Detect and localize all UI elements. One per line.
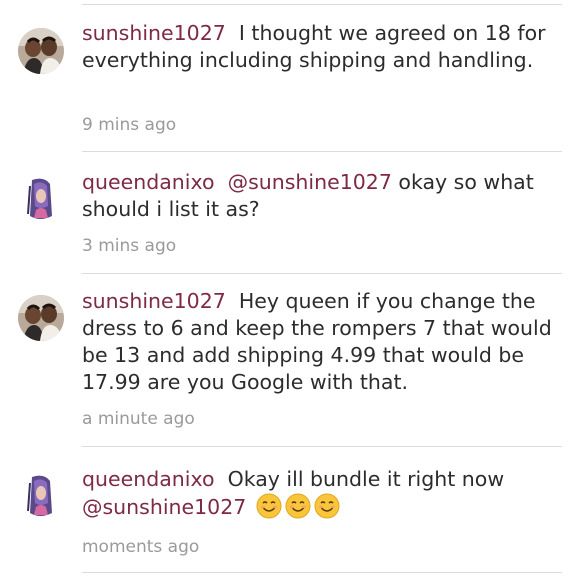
comment-body: queendanixo @sunshine1027 okay so what s… bbox=[82, 169, 552, 223]
mention-link[interactable]: @sunshine1027 bbox=[228, 170, 392, 194]
user-avatar[interactable] bbox=[18, 473, 64, 519]
divider bbox=[82, 273, 562, 274]
comment-body: sunshine1027 Hey queen if you change the… bbox=[82, 288, 552, 396]
couple-photo-avatar-icon bbox=[18, 28, 64, 74]
user-avatar[interactable] bbox=[18, 176, 64, 222]
comment-text: Okay ill bundle it right now bbox=[227, 467, 505, 491]
user-avatar[interactable] bbox=[18, 295, 64, 341]
username-link[interactable]: sunshine1027 bbox=[82, 289, 226, 313]
username-link[interactable]: queendanixo bbox=[82, 170, 215, 194]
comment-timestamp: 9 mins ago bbox=[82, 115, 177, 135]
couple-photo-avatar-icon bbox=[18, 295, 64, 341]
divider bbox=[82, 446, 562, 447]
username-link[interactable]: sunshine1027 bbox=[82, 21, 226, 45]
mention-link[interactable]: @sunshine1027 bbox=[82, 495, 246, 519]
comment-timestamp: a minute ago bbox=[82, 409, 195, 429]
comment-body: queendanixo Okay ill bundle it right now… bbox=[82, 466, 552, 526]
divider bbox=[82, 151, 562, 152]
user-avatar[interactable] bbox=[18, 28, 64, 74]
comment-body: sunshine1027 I thought we agreed on 18 f… bbox=[82, 20, 552, 74]
purple-hair-avatar-icon bbox=[18, 176, 64, 222]
comment-timestamp: 3 mins ago bbox=[82, 236, 177, 256]
smiling-face-emoji-icon bbox=[285, 493, 311, 526]
comment-thread: sunshine1027 I thought we agreed on 18 f… bbox=[0, 0, 580, 580]
smiling-face-emoji-icon bbox=[256, 493, 282, 526]
divider bbox=[82, 4, 562, 5]
comment-timestamp: moments ago bbox=[82, 537, 200, 557]
smiling-face-emoji-icon bbox=[314, 493, 340, 526]
purple-hair-avatar-icon bbox=[18, 473, 64, 519]
username-link[interactable]: queendanixo bbox=[82, 467, 215, 491]
divider bbox=[82, 572, 562, 573]
